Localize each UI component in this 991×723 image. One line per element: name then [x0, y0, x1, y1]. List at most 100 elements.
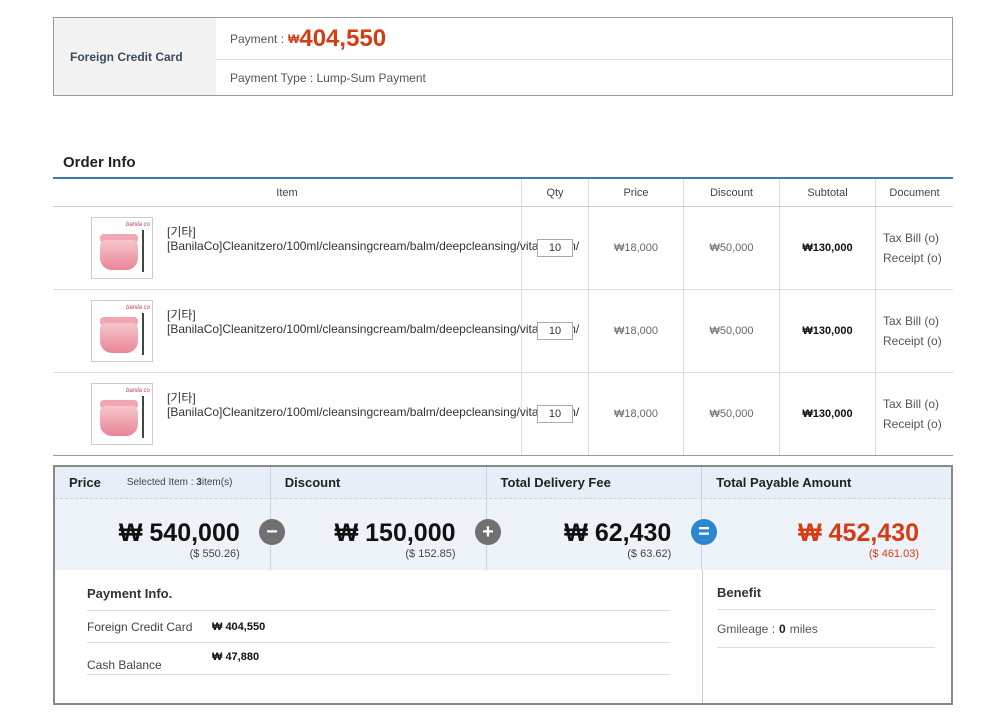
column-header-discount: Discount	[684, 179, 780, 206]
thumbnail-brand: banila co	[126, 305, 151, 311]
discount-cell: ₩50,000	[684, 373, 780, 455]
qty-input[interactable]	[537, 239, 573, 257]
receipt-status: Receipt (o)	[883, 251, 942, 265]
equals-icon: =	[691, 519, 717, 545]
delivery-total-usd: ($ 63.62)	[627, 548, 672, 560]
tax-bill-status: Tax Bill (o)	[883, 397, 940, 411]
payable-total-amount: ₩ 452,430	[798, 519, 920, 547]
payment-info-label: Cash Balance	[87, 658, 162, 672]
table-row: banila co [기타][BanilaCo]Cleanitzero/100m…	[53, 373, 953, 456]
price-total-cell: ₩ 540,000 ($ 550.26)	[55, 499, 271, 570]
won-symbol: ₩	[288, 31, 300, 46]
totals-lower-section: Payment Info. Foreign Credit Card ₩ 404,…	[55, 570, 951, 703]
product-thumbnail[interactable]: banila co	[91, 300, 153, 362]
spatula-shape	[142, 230, 144, 272]
thumbnail-brand: banila co	[126, 222, 151, 228]
gmileage-row: Gmileage : 0 miles	[717, 610, 935, 648]
discount-cell: ₩50,000	[684, 290, 780, 372]
qty-input[interactable]	[537, 405, 573, 423]
payment-info-label: Foreign Credit Card	[87, 619, 193, 634]
column-header-qty: Qty	[522, 179, 589, 206]
receipt-status: Receipt (o)	[883, 334, 942, 348]
item-name-link[interactable]: [기타][BanilaCo]Cleanitzero/100ml/cleansin…	[167, 308, 579, 336]
minus-icon: −	[259, 519, 285, 545]
item-cell: banila co [기타][BanilaCo]Cleanitzero/100m…	[53, 290, 579, 372]
item-name-link[interactable]: [기타][BanilaCo]Cleanitzero/100ml/cleansin…	[167, 391, 579, 419]
price-cell: ₩18,000	[589, 290, 684, 372]
discount-header: Discount	[271, 467, 487, 498]
item-cell: banila co [기타][BanilaCo]Cleanitzero/100m…	[53, 373, 579, 455]
qty-input[interactable]	[537, 322, 573, 340]
order-table: Item Qty Price Discount Subtotal Documen…	[53, 177, 953, 456]
totals-amounts: ₩ 540,000 ($ 550.26) ₩ 150,000 ($ 152.85…	[55, 499, 951, 570]
spatula-shape	[142, 396, 144, 438]
tax-bill-status: Tax Bill (o)	[883, 314, 940, 328]
price-cell: ₩18,000	[589, 373, 684, 455]
payable-total-usd: ($ 461.03)	[868, 548, 920, 560]
totals-header: Price Selected Item : 3item(s) Discount …	[55, 467, 951, 499]
thumbnail-brand: banila co	[126, 388, 151, 394]
plus-icon: +	[475, 519, 501, 545]
payment-info-panel: Payment Info. Foreign Credit Card ₩ 404,…	[55, 570, 703, 703]
payment-method-label: Foreign Credit Card	[54, 18, 216, 95]
benefit-panel: Benefit Gmileage : 0 miles	[703, 570, 951, 703]
order-info-title: Order Info	[63, 154, 136, 171]
price-total-amount: ₩ 540,000	[118, 519, 240, 547]
selected-item-info: Selected Item : 3item(s)	[127, 477, 233, 488]
spatula-shape	[142, 313, 144, 355]
column-header-price: Price	[589, 179, 684, 206]
tax-bill-status: Tax Bill (o)	[883, 231, 940, 245]
payment-amount: 404,550	[299, 24, 387, 52]
payment-summary-box: Foreign Credit Card Payment : ₩ 404,550 …	[53, 17, 953, 96]
item-name-link[interactable]: [기타][BanilaCo]Cleanitzero/100ml/cleansin…	[167, 225, 579, 253]
gmileage-unit: miles	[789, 621, 818, 636]
payable-total-cell: ₩ 452,430 ($ 461.03)	[702, 499, 951, 570]
item-cell: banila co [기타][BanilaCo]Cleanitzero/100m…	[53, 207, 579, 289]
order-table-header: Item Qty Price Discount Subtotal Documen…	[53, 179, 953, 207]
qty-cell	[522, 290, 589, 372]
subtotal-cell: ₩130,000	[780, 207, 876, 289]
jar-shape	[100, 323, 138, 353]
document-cell: Tax Bill (o) Receipt (o)	[876, 373, 953, 455]
price-header: Price Selected Item : 3item(s)	[55, 467, 271, 498]
product-thumbnail[interactable]: banila co	[91, 217, 153, 279]
totals-box: Price Selected Item : 3item(s) Discount …	[53, 465, 953, 705]
discount-total-cell: ₩ 150,000 ($ 152.85)	[271, 499, 487, 570]
price-cell: ₩18,000	[589, 207, 684, 289]
discount-total-amount: ₩ 150,000	[334, 519, 456, 547]
delivery-total-amount: ₩ 62,430	[564, 519, 672, 547]
product-thumbnail[interactable]: banila co	[91, 383, 153, 445]
table-row: banila co [기타][BanilaCo]Cleanitzero/100m…	[53, 207, 953, 290]
payment-type: Payment Type : Lump-Sum Payment	[230, 70, 426, 85]
document-cell: Tax Bill (o) Receipt (o)	[876, 290, 953, 372]
receipt-status: Receipt (o)	[883, 417, 942, 431]
jar-shape	[100, 406, 138, 436]
payment-info-value: ₩ 404,550	[212, 620, 266, 633]
jar-shape	[100, 240, 138, 270]
subtotal-cell: ₩130,000	[780, 373, 876, 455]
payable-header: Total Payable Amount	[716, 475, 852, 490]
column-header-document: Document	[889, 186, 940, 199]
document-cell: Tax Bill (o) Receipt (o)	[876, 207, 953, 289]
price-label: Price	[69, 475, 101, 490]
gmileage-label: Gmileage :	[717, 621, 776, 636]
column-header-subtotal: Subtotal	[780, 179, 876, 206]
payment-info-title: Payment Info.	[87, 586, 670, 611]
delivery-header: Total Delivery Fee	[487, 467, 703, 498]
subtotal-cell: ₩130,000	[780, 290, 876, 372]
delivery-total-cell: ₩ 62,430 ($ 63.62)	[487, 499, 703, 570]
discount-total-usd: ($ 152.85)	[405, 548, 456, 560]
benefit-title: Benefit	[717, 585, 935, 610]
qty-cell	[522, 373, 589, 455]
payment-amount-row: Payment : ₩ 404,550	[216, 18, 952, 60]
selected-item-label: Selected Item :	[126, 477, 194, 488]
payment-info-row: Cash Balance ₩ 47,880	[87, 643, 670, 675]
price-total-usd: ($ 550.26)	[189, 548, 240, 560]
payment-info-value: ₩ 47,880	[212, 651, 260, 663]
table-row: banila co [기타][BanilaCo]Cleanitzero/100m…	[53, 290, 953, 373]
selected-item-unit: item(s)	[201, 477, 233, 488]
payment-info-row: Foreign Credit Card ₩ 404,550	[87, 611, 670, 643]
payment-label: Payment :	[230, 31, 285, 46]
discount-cell: ₩50,000	[684, 207, 780, 289]
qty-cell	[522, 207, 589, 289]
